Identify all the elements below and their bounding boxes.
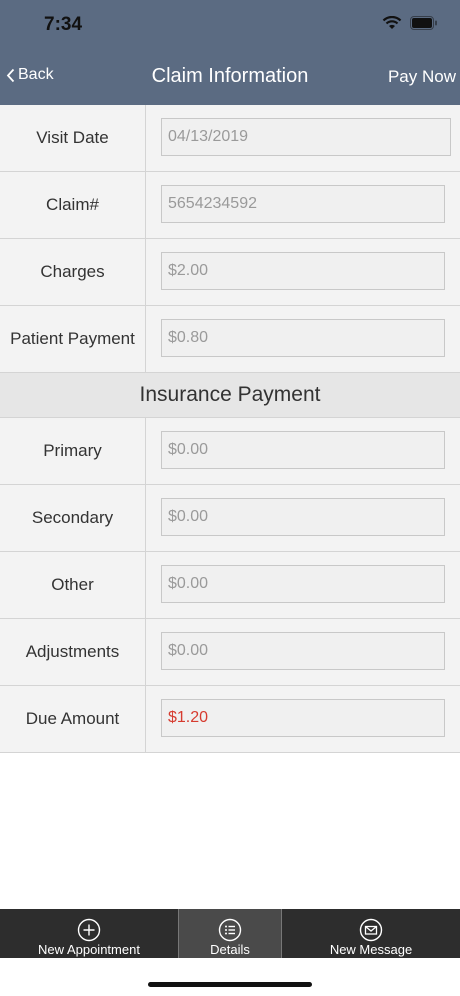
other-field[interactable]: $0.00	[161, 565, 445, 603]
row-other: Other $0.00	[0, 552, 460, 619]
battery-icon	[410, 16, 437, 30]
tab-new-appointment[interactable]: New Appointment	[0, 909, 178, 958]
row-claim-number: Claim# 5654234592	[0, 172, 460, 239]
visit-date-field[interactable]: 04/13/2019	[161, 118, 451, 156]
adjustments-field[interactable]: $0.00	[161, 632, 445, 670]
row-patient-payment: Patient Payment $0.80	[0, 306, 460, 373]
navigation-bar: Back Claim Information Pay Now	[0, 49, 460, 105]
patient-payment-label: Patient Payment	[0, 306, 146, 372]
tab-details[interactable]: Details	[178, 909, 282, 958]
tab-new-message-label: New Message	[329, 942, 413, 957]
status-time: 7:34	[44, 14, 83, 35]
row-charges: Charges $2.00	[0, 239, 460, 306]
row-adjustments: Adjustments $0.00	[0, 619, 460, 686]
row-due-amount: Due Amount $1.20	[0, 686, 460, 753]
other-label: Other	[0, 552, 146, 618]
wifi-icon	[382, 16, 402, 29]
due-amount-field[interactable]: $1.20	[161, 699, 445, 737]
primary-label: Primary	[0, 418, 146, 484]
home-indicator[interactable]	[148, 982, 312, 987]
bottom-tab-bar: New Appointment Details New Message	[0, 909, 460, 958]
tab-new-message[interactable]: New Message	[282, 909, 460, 958]
claim-number-field[interactable]: 5654234592	[161, 185, 445, 223]
envelope-icon	[359, 918, 383, 942]
claim-table: Visit Date 04/13/2019 Claim# 5654234592 …	[0, 105, 460, 753]
primary-field[interactable]: $0.00	[161, 431, 445, 469]
insurance-payment-header: Insurance Payment	[0, 373, 460, 418]
claim-number-label: Claim#	[0, 172, 146, 238]
tab-details-label: Details	[210, 942, 250, 957]
adjustments-label: Adjustments	[0, 619, 146, 685]
secondary-field[interactable]: $0.00	[161, 498, 445, 536]
plus-circle-icon	[77, 918, 101, 942]
tab-new-appointment-label: New Appointment	[38, 942, 140, 957]
row-secondary: Secondary $0.00	[0, 485, 460, 552]
due-amount-label: Due Amount	[0, 686, 146, 752]
charges-label: Charges	[0, 239, 146, 305]
charges-field[interactable]: $2.00	[161, 252, 445, 290]
row-visit-date: Visit Date 04/13/2019	[0, 105, 460, 172]
secondary-label: Secondary	[0, 485, 146, 551]
row-primary: Primary $0.00	[0, 418, 460, 485]
visit-date-label: Visit Date	[0, 105, 146, 171]
pay-now-button[interactable]: Pay Now	[388, 67, 456, 87]
patient-payment-field[interactable]: $0.80	[161, 319, 445, 357]
list-icon	[218, 918, 242, 942]
status-bar: 7:34	[0, 0, 460, 49]
status-icons	[382, 16, 438, 30]
